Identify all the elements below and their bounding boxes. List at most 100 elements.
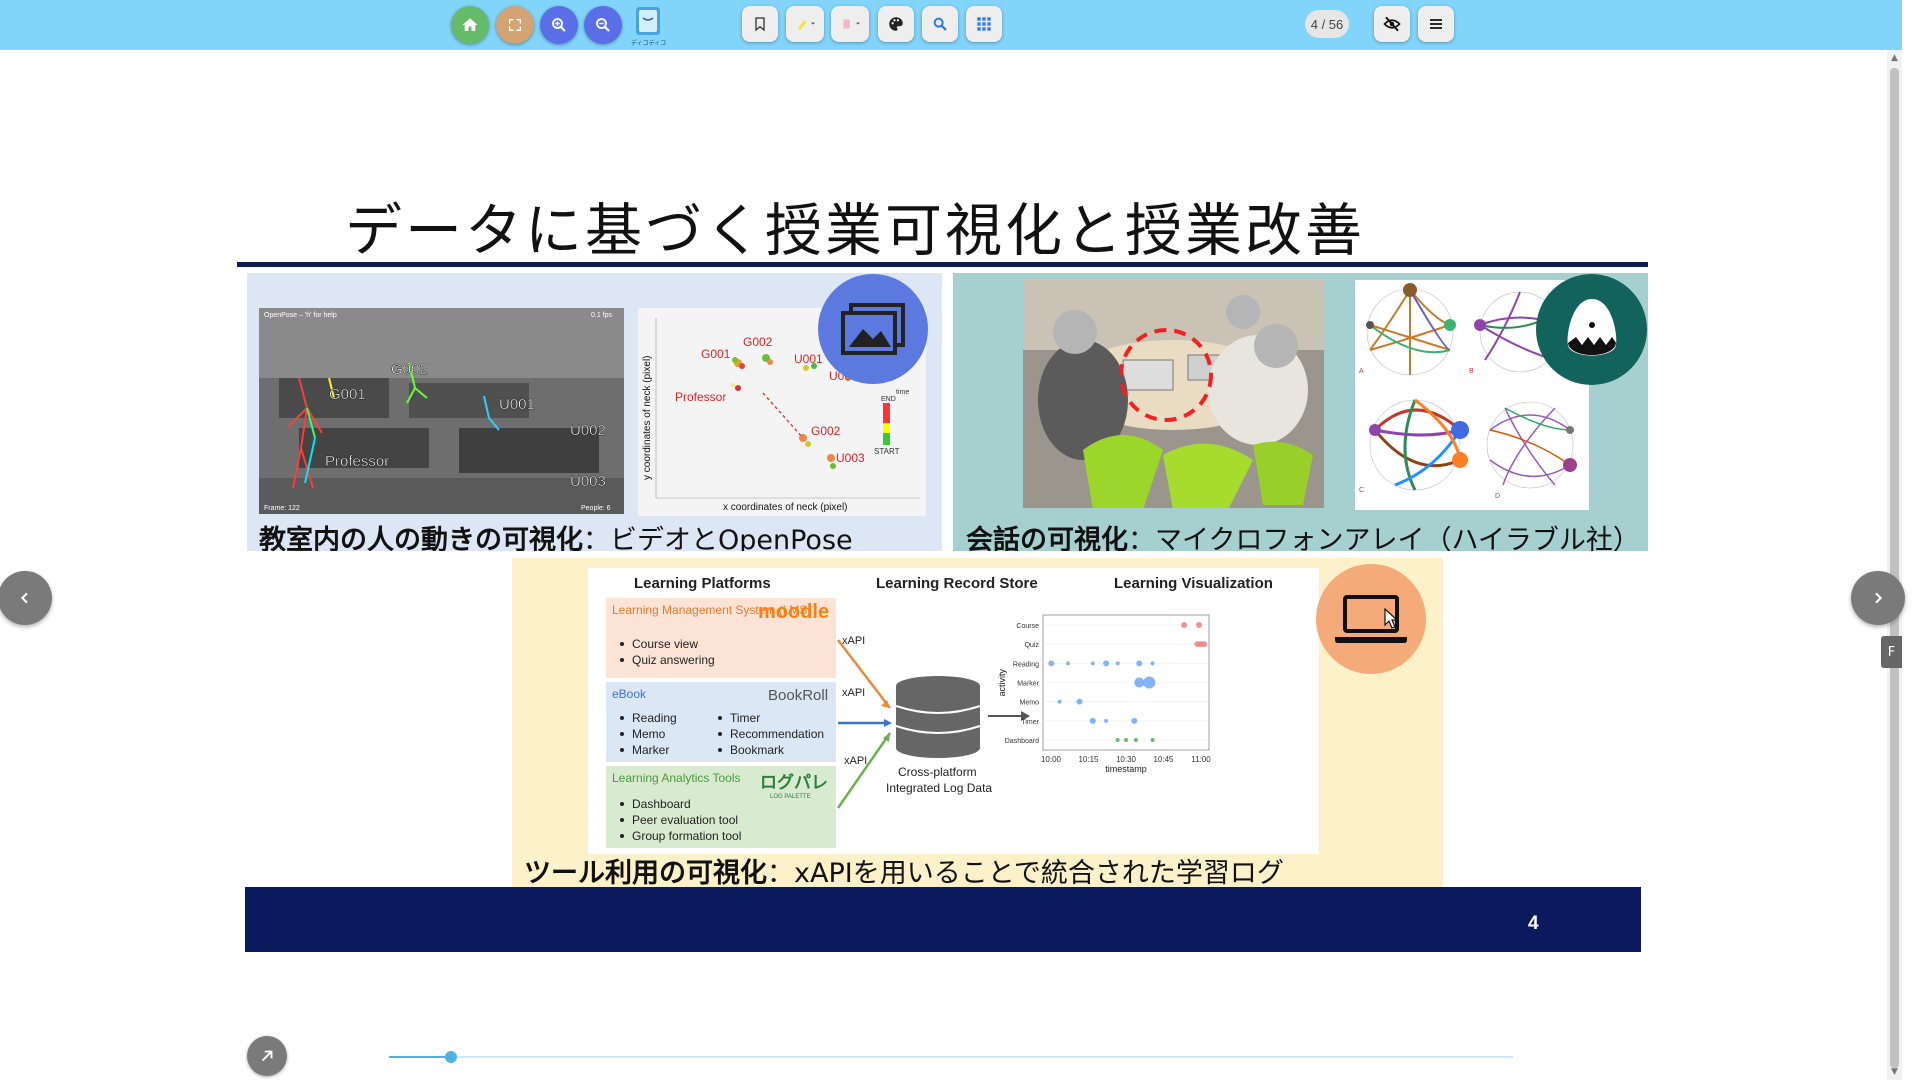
panel2-badge[interactable] [1536, 274, 1647, 385]
panel2-caption: 会話の可視化：マイクロフォンアレイ（ハイラブル社） [966, 518, 1640, 551]
chart-point [1136, 660, 1143, 667]
eraser-button[interactable] [831, 6, 869, 42]
chart-point [1124, 738, 1128, 742]
home-button[interactable] [451, 6, 489, 44]
bookmark-icon [755, 17, 765, 32]
slide-title: データに基づく授業可視化と授業改善 [345, 198, 1365, 264]
page-slider-thumb[interactable] [444, 1051, 457, 1063]
egg-icon [1567, 298, 1616, 355]
chart-point [1090, 661, 1095, 666]
fullscreen-button[interactable] [496, 6, 534, 44]
highlighter-button[interactable] [786, 6, 824, 42]
chart-tick-label: 10:15 [1078, 755, 1099, 764]
menu-button[interactable] [1418, 6, 1454, 42]
chart-point [1115, 738, 1120, 742]
highlighter-icon [797, 20, 815, 30]
home-icon [462, 18, 478, 31]
chart-tick-label: 10:00 [1041, 755, 1062, 764]
chart-xlabel: timestamp [1105, 764, 1147, 774]
image-gallery-icon [841, 303, 905, 355]
la-title: Learning Analytics Tools [612, 771, 741, 785]
video-label: Professor [325, 453, 389, 470]
zoom-in-button[interactable] [540, 6, 578, 44]
arrow-up-right-icon [261, 1050, 273, 1062]
search-button[interactable] [922, 6, 958, 42]
chart-tick-label: 11:00 [1191, 755, 1211, 764]
panel3-badge[interactable] [1316, 564, 1426, 674]
grid-icon [977, 17, 991, 31]
header-lrs: Learning Record Store [876, 575, 1038, 592]
chart-point [1143, 676, 1156, 689]
palette-button[interactable] [878, 6, 914, 42]
chart-point [1131, 717, 1138, 724]
chart-category-label: Memo [1020, 700, 1040, 707]
chevron-left-icon [20, 592, 28, 604]
la-item: Group formation tool [632, 829, 741, 843]
scroll-up-icon[interactable]: ▲ [1889, 53, 1900, 63]
fullscreen-icon [509, 19, 521, 31]
video-header-left: OpenPose – 'h' for help [264, 312, 337, 319]
chart-category-label: Dashboard [1005, 738, 1039, 745]
header-platforms: Learning Platforms [634, 575, 771, 592]
video-footer-right: People: 6 [581, 505, 611, 512]
chart-point [1134, 677, 1145, 688]
chart-point [1048, 660, 1055, 667]
logo-text: ディコディコ [631, 40, 667, 47]
palette-icon [889, 17, 903, 31]
share-button[interactable] [247, 1036, 287, 1076]
graph-label: B [1469, 368, 1474, 375]
xapi-label: xAPI [842, 635, 865, 647]
graph-label: A [1359, 368, 1364, 375]
plot-legend-start: START [874, 447, 900, 456]
chevron-right-icon [1875, 592, 1883, 604]
page-slider[interactable] [389, 1051, 1513, 1063]
plot-label: U003 [836, 451, 865, 465]
panel3-caption-rest: ：xAPIを用いることで統合された学習ログ [767, 858, 1284, 889]
app-logo[interactable]: ディコディコ [631, 4, 667, 47]
hide-toggle-button[interactable] [1374, 6, 1410, 42]
video-label: U002 [570, 422, 606, 439]
video-label: G001 [329, 386, 366, 403]
panel1-caption-bold: 教室内の人の動きの可視化 [259, 525, 583, 551]
plot-label: Professor [675, 390, 726, 404]
chart-category-label: Reading [1013, 661, 1039, 668]
next-page-button[interactable] [1851, 571, 1905, 625]
scroll-down-icon[interactable]: ▼ [1889, 1067, 1900, 1077]
ebook-title: eBook [612, 687, 647, 701]
chart-category-label: Course [1016, 623, 1039, 630]
grid-view-button[interactable] [966, 6, 1002, 42]
plot-label: U001 [794, 352, 823, 366]
zoom-out-button[interactable] [584, 6, 622, 44]
ebook-logo: BookRoll [768, 687, 828, 704]
eraser-icon [843, 19, 860, 29]
edge-tab[interactable]: F [1881, 636, 1902, 668]
panel-tool-usage: Learning Platforms Learning Record Store… [512, 558, 1443, 890]
video-header-right: 0.1 fps [591, 312, 613, 319]
header-vis: Learning Visualization [1114, 575, 1273, 592]
video-footer-left: Frame: 122 [264, 505, 300, 512]
panel3-caption-bold: ツール利用の可視化 [524, 858, 767, 889]
chart-ylabel: activity [997, 668, 1007, 696]
slide-page-number: 4 [1528, 913, 1539, 934]
graph-label: D [1495, 493, 1500, 500]
chart-point [1196, 622, 1203, 628]
title-divider [237, 262, 1648, 267]
video-label: U001 [499, 396, 535, 413]
scrollbar-thumb[interactable] [1890, 68, 1899, 1068]
lms-logo: moodle [758, 601, 829, 623]
chart-point [1181, 622, 1188, 628]
ebook-item: Bookmark [730, 743, 785, 757]
xapi-architecture-diagram: Learning Platforms Learning Record Store… [588, 568, 1319, 854]
chart-category-label: Quiz [1025, 642, 1040, 649]
chart-category-label: Timer [1021, 719, 1039, 726]
chart-point [1089, 717, 1096, 724]
ebook-item: Recommendation [730, 727, 824, 741]
vertical-scrollbar[interactable]: ▲ ▼ [1887, 50, 1902, 1080]
panel1-badge[interactable] [818, 274, 928, 384]
bookmark-button[interactable] [742, 6, 778, 42]
la-logo-sub: LOG PALETTE [770, 794, 811, 800]
prev-page-button[interactable] [0, 571, 52, 625]
xapi-label: xAPI [844, 755, 867, 767]
lms-item: Quiz answering [632, 653, 715, 667]
conversation-photo [1023, 280, 1324, 508]
